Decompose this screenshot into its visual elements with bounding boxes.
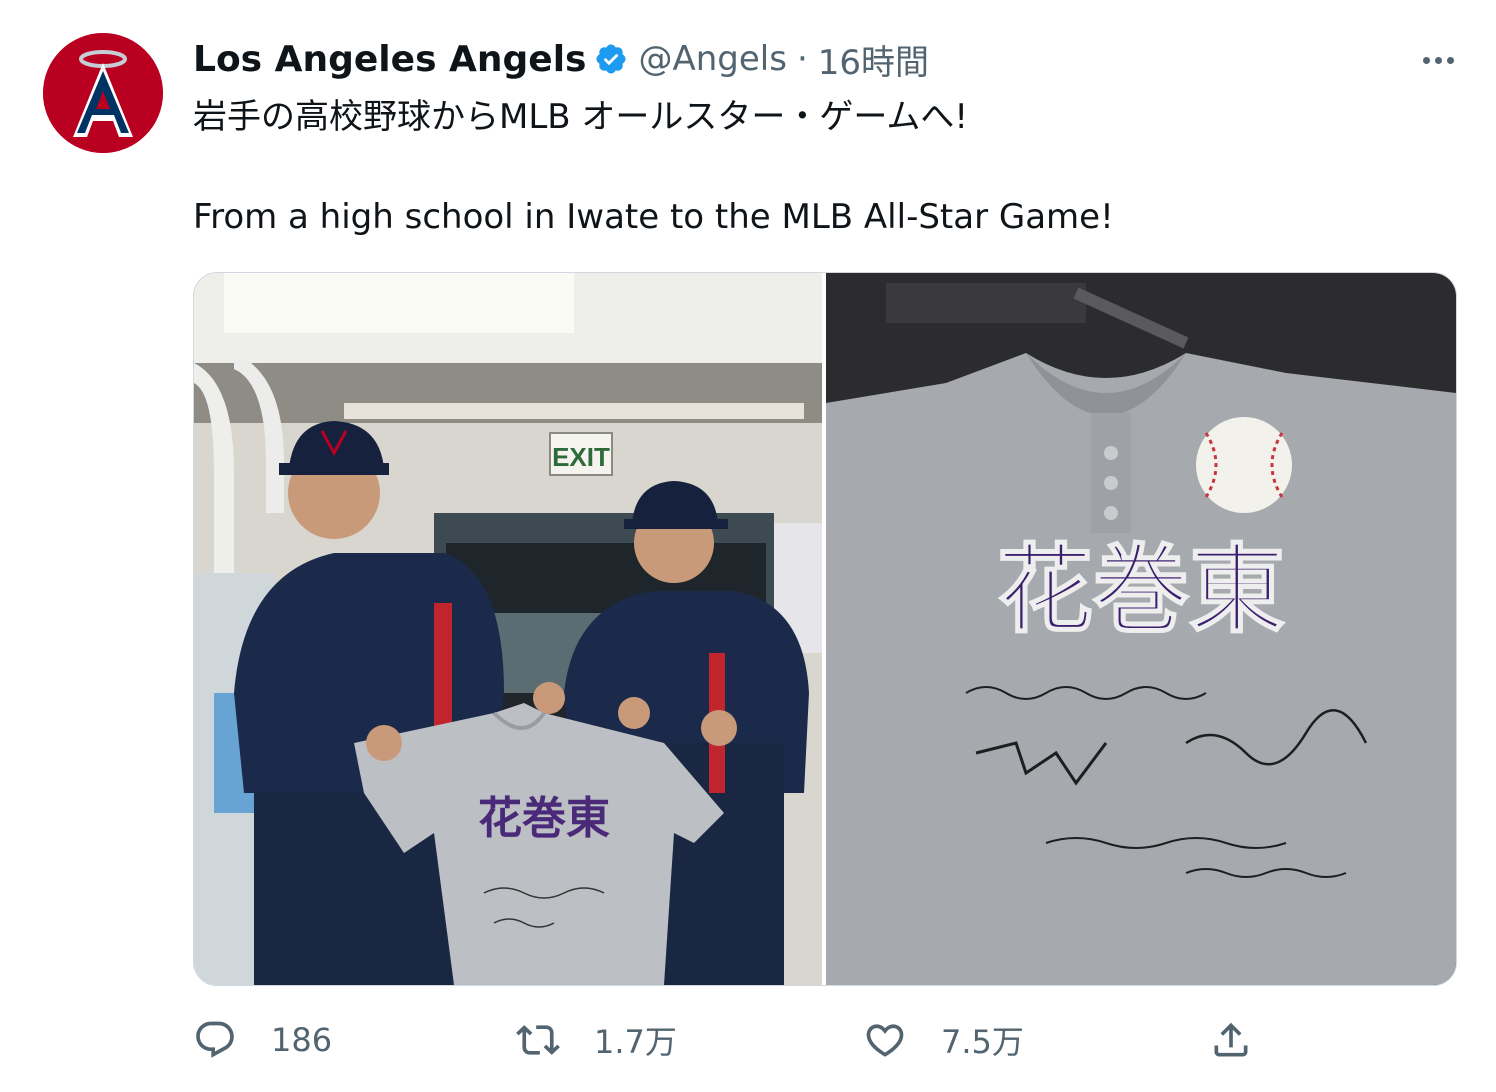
like-button[interactable]: 7.5万	[863, 1010, 1024, 1070]
jersey-text-left: 花巻東	[478, 793, 610, 844]
tweet-actions: 186 1.7万 7.5万	[193, 1010, 1263, 1070]
retweet-icon	[516, 1025, 560, 1055]
retweet-count: 1.7万	[594, 1023, 677, 1061]
retweet-button[interactable]: 1.7万	[516, 1010, 677, 1070]
photo-players-holding-jersey[interactable]: EXIT 花巻東	[194, 273, 822, 985]
more-icon[interactable]	[1418, 40, 1458, 80]
verified-badge-icon	[594, 42, 628, 76]
exit-sign: EXIT	[552, 442, 610, 472]
share-button[interactable]	[1209, 1010, 1253, 1070]
reply-icon	[196, 1021, 234, 1058]
share-icon	[1214, 1022, 1248, 1057]
tweet-timestamp[interactable]: 16時間	[818, 35, 929, 84]
media-grid: EXIT 花巻東 花巻東	[193, 272, 1457, 986]
heart-icon	[866, 1024, 904, 1057]
tweet-text: 岩手の高校野球からMLB オールスター・ゲームへ! From a high sc…	[193, 92, 1393, 242]
tweet-text-japanese: 岩手の高校野球からMLB オールスター・ゲームへ!	[193, 97, 969, 137]
reply-button[interactable]: 186	[193, 1010, 332, 1070]
avatar[interactable]	[43, 33, 163, 153]
photo-signed-jersey[interactable]: 花巻東	[826, 273, 1456, 985]
jersey-text-right: 花巻東	[997, 533, 1285, 646]
separator-dot: ·	[796, 39, 808, 79]
tweet-card: Los Angeles Angels @Angels · 16時間 岩手の高校野…	[0, 0, 1496, 1092]
tweet-text-english: From a high school in Iwate to the MLB A…	[193, 197, 1114, 237]
like-count: 7.5万	[941, 1023, 1024, 1061]
reply-count: 186	[271, 1021, 333, 1059]
tweet-header: Los Angeles Angels @Angels · 16時間	[193, 35, 929, 84]
angels-logo-icon	[43, 33, 163, 153]
account-name[interactable]: Los Angeles Angels	[193, 39, 586, 80]
account-handle[interactable]: @Angels	[638, 39, 786, 79]
